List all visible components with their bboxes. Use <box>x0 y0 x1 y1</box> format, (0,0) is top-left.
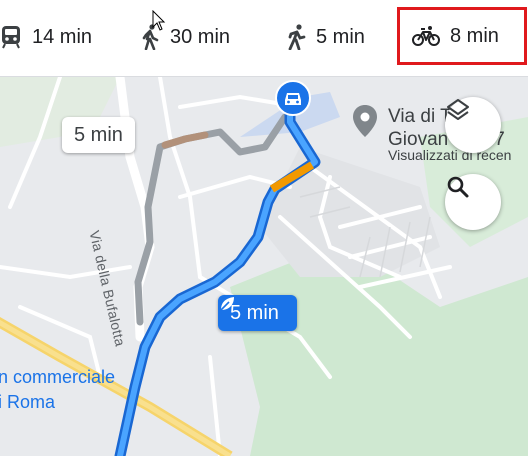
place-title-line1: Via di T <box>388 106 452 127</box>
mode-rideshare[interactable]: 5 min <box>286 14 365 60</box>
car-icon <box>275 80 311 116</box>
rideshare-icon <box>286 24 306 50</box>
place-subtitle: Visualizzati di recen <box>388 147 512 163</box>
bicycle-icon <box>412 25 440 47</box>
main-route-callout[interactable]: 5 min <box>218 295 297 331</box>
search-icon <box>447 176 469 198</box>
mode-transit-time: 14 min <box>32 25 93 48</box>
layers-icon <box>447 99 469 120</box>
mouse-cursor-icon <box>152 9 166 37</box>
alternate-route-time: 5 min <box>74 123 123 146</box>
mode-rideshare-time: 5 min <box>316 25 365 48</box>
alternate-route-callout[interactable]: 5 min <box>62 117 135 153</box>
poi-label[interactable]: n commerciale i Roma <box>0 365 115 415</box>
travel-mode-bar: 14 min 30 min 5 min 8 min <box>0 0 528 77</box>
poi-label-line1: n commerciale <box>0 367 116 387</box>
mode-walking-time: 30 min <box>170 25 231 48</box>
layers-button[interactable] <box>445 97 501 153</box>
mode-transit[interactable]: 14 min <box>0 14 92 60</box>
mode-bicycle[interactable]: 8 min <box>397 7 527 65</box>
main-route-time: 5 min <box>230 301 279 324</box>
map-canvas[interactable]: Via di T Giovan 7 Visualizzati di recen V… <box>0 77 528 456</box>
poi-label-line2: i Roma <box>0 392 56 412</box>
mode-bicycle-time: 8 min <box>450 24 499 47</box>
transit-icon <box>0 25 22 49</box>
search-button[interactable] <box>445 174 501 230</box>
